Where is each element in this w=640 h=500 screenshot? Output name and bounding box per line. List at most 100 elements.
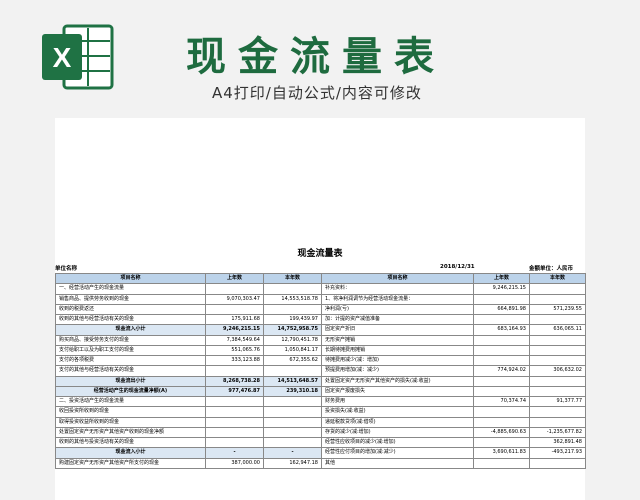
left-item-cell[interactable]: 购建固定资产无形资产其他资产所支付的现金 xyxy=(55,457,206,469)
right-item-cell[interactable]: 财务费用 xyxy=(321,395,474,408)
left-current-year-cell[interactable]: 162,947.18 xyxy=(263,457,322,469)
left-item-cell[interactable]: 现金流入小计 xyxy=(55,324,206,336)
right-prior-year-cell[interactable] xyxy=(473,354,530,367)
right-current-year-cell[interactable] xyxy=(529,385,586,398)
left-current-year-cell[interactable]: 199,439.97 xyxy=(263,313,322,326)
left-item-cell[interactable]: 支付的各项税费 xyxy=(55,354,206,367)
left-current-year-cell[interactable] xyxy=(263,395,322,408)
left-prior-year-cell[interactable] xyxy=(205,395,264,408)
left-current-year-cell[interactable] xyxy=(263,436,322,449)
right-current-year-cell[interactable] xyxy=(529,375,586,387)
left-prior-year-cell[interactable] xyxy=(205,283,264,295)
left-item-cell[interactable]: 收到的税费返还 xyxy=(55,303,206,316)
left-prior-year-cell[interactable]: 977,476.87 xyxy=(205,385,264,398)
left-prior-year-cell[interactable] xyxy=(205,406,264,418)
right-current-year-cell[interactable]: 636,065.11 xyxy=(529,324,586,336)
left-item-cell[interactable]: 支付的其他与经营活动有关的现金 xyxy=(55,365,206,377)
column-header[interactable]: 本年数 xyxy=(263,272,322,285)
left-prior-year-cell[interactable]: 7,384,549.64 xyxy=(205,334,264,346)
left-prior-year-cell[interactable] xyxy=(205,426,264,439)
left-item-cell[interactable]: 处置固定资产无形资产其他资产收到的现金净额 xyxy=(55,426,206,439)
left-current-year-cell[interactable] xyxy=(263,426,322,439)
left-item-cell[interactable]: 现金流入小计 xyxy=(55,447,206,459)
left-current-year-cell[interactable]: 14,752,958.75 xyxy=(263,324,322,336)
left-item-cell[interactable]: 收回投资所收到的现金 xyxy=(55,406,206,418)
left-prior-year-cell[interactable]: 9,246,215.15 xyxy=(205,324,264,336)
left-item-cell[interactable]: 收到的其他与经营活动有关的现金 xyxy=(55,313,206,326)
left-current-year-cell[interactable]: 672,355.62 xyxy=(263,354,322,367)
right-prior-year-cell[interactable]: 683,164.93 xyxy=(473,324,530,336)
right-current-year-cell[interactable] xyxy=(529,313,586,326)
right-prior-year-cell[interactable] xyxy=(473,457,530,469)
right-current-year-cell[interactable]: 571,239.55 xyxy=(529,303,586,316)
left-item-cell[interactable]: 取得投资收益所收到的现金 xyxy=(55,416,206,428)
left-prior-year-cell[interactable]: 9,070,303.47 xyxy=(205,293,264,305)
left-current-year-cell[interactable] xyxy=(263,365,322,377)
right-current-year-cell[interactable] xyxy=(529,354,586,367)
left-prior-year-cell[interactable] xyxy=(205,416,264,428)
right-item-cell[interactable]: 经营性应收项目的减少(减:增加) xyxy=(321,436,474,449)
column-header[interactable]: 项目名称 xyxy=(55,272,206,285)
column-header[interactable]: 上年数 xyxy=(473,272,530,285)
right-current-year-cell[interactable]: -493,217.93 xyxy=(529,447,586,459)
right-current-year-cell[interactable] xyxy=(529,334,586,346)
right-item-cell[interactable]: 预提费用增加(减：减少) xyxy=(321,365,474,377)
left-item-cell[interactable]: 一、经营活动产生的现金流量 xyxy=(55,283,206,295)
left-prior-year-cell[interactable]: 175,911.68 xyxy=(205,313,264,326)
right-current-year-cell[interactable]: 362,891.48 xyxy=(529,436,586,449)
right-prior-year-cell[interactable] xyxy=(473,313,530,326)
right-prior-year-cell[interactable]: 9,246,215.15 xyxy=(473,283,530,295)
left-current-year-cell[interactable]: 1,050,841.17 xyxy=(263,344,322,357)
right-prior-year-cell[interactable]: -4,885,690.63 xyxy=(473,426,530,439)
left-prior-year-cell[interactable]: 387,000.00 xyxy=(205,457,264,469)
right-current-year-cell[interactable] xyxy=(529,457,586,469)
left-prior-year-cell[interactable]: - xyxy=(205,447,264,459)
left-prior-year-cell[interactable]: 8,268,738.28 xyxy=(205,375,264,387)
right-current-year-cell[interactable]: 91,377.77 xyxy=(529,395,586,408)
left-current-year-cell[interactable] xyxy=(263,283,322,295)
left-prior-year-cell[interactable] xyxy=(205,436,264,449)
right-item-cell[interactable]: 净利润(亏) xyxy=(321,303,474,316)
left-prior-year-cell[interactable] xyxy=(205,365,264,377)
right-item-cell[interactable]: 无形资产摊销 xyxy=(321,334,474,346)
right-item-cell[interactable]: 经营性应付项目的增加(减:减少) xyxy=(321,447,474,459)
left-item-cell[interactable]: 销售商品、提供劳务收到的现金 xyxy=(55,293,206,305)
right-item-cell[interactable]: 固定资产报废损失 xyxy=(321,385,474,398)
right-prior-year-cell[interactable]: 774,924.02 xyxy=(473,365,530,377)
right-prior-year-cell[interactable] xyxy=(473,344,530,357)
left-item-cell[interactable]: 二、投资活动产生的现金流量 xyxy=(55,395,206,408)
right-prior-year-cell[interactable] xyxy=(473,385,530,398)
right-item-cell[interactable]: 1、将净利润调节为经营活动现金流量： xyxy=(321,293,474,305)
right-current-year-cell[interactable]: -1,235,677.82 xyxy=(529,426,586,439)
right-item-cell[interactable]: 补充资料： xyxy=(321,283,474,295)
left-item-cell[interactable]: 购买商品、接受劳务支付的现金 xyxy=(55,334,206,346)
left-item-cell[interactable]: 现金流出小计 xyxy=(55,375,206,387)
left-current-year-cell[interactable]: 14,513,648.57 xyxy=(263,375,322,387)
left-current-year-cell[interactable] xyxy=(263,406,322,418)
right-prior-year-cell[interactable] xyxy=(473,293,530,305)
right-prior-year-cell[interactable]: 664,891.98 xyxy=(473,303,530,316)
right-prior-year-cell[interactable]: 70,374.74 xyxy=(473,395,530,408)
left-item-cell[interactable]: 支付给职工以及为职工支付的现金 xyxy=(55,344,206,357)
right-item-cell[interactable]: 长期待摊费用摊销 xyxy=(321,344,474,357)
left-prior-year-cell[interactable]: 333,123.88 xyxy=(205,354,264,367)
right-current-year-cell[interactable] xyxy=(529,293,586,305)
right-current-year-cell[interactable] xyxy=(529,344,586,357)
right-current-year-cell[interactable] xyxy=(529,416,586,428)
left-prior-year-cell[interactable] xyxy=(205,303,264,316)
column-header[interactable]: 本年数 xyxy=(529,272,586,285)
right-item-cell[interactable]: 固定资产折旧 xyxy=(321,324,474,336)
column-header[interactable]: 上年数 xyxy=(205,272,264,285)
right-prior-year-cell[interactable] xyxy=(473,436,530,449)
right-item-cell[interactable]: 待摊费用减少(减：增加) xyxy=(321,354,474,367)
right-item-cell[interactable]: 投资损失(减:收益) xyxy=(321,406,474,418)
left-current-year-cell[interactable]: - xyxy=(263,447,322,459)
right-item-cell[interactable]: 其他 xyxy=(321,457,474,469)
right-item-cell[interactable]: 存货的减少(减:增加) xyxy=(321,426,474,439)
left-current-year-cell[interactable] xyxy=(263,303,322,316)
right-current-year-cell[interactable] xyxy=(529,406,586,418)
right-prior-year-cell[interactable]: 3,690,611.83 xyxy=(473,447,530,459)
right-prior-year-cell[interactable] xyxy=(473,334,530,346)
left-item-cell[interactable]: 经营活动产生的现金流量净额(A) xyxy=(55,385,206,398)
right-item-cell[interactable]: 处置固定资产无形资产其他资产的损失(减:收益) xyxy=(321,375,474,387)
